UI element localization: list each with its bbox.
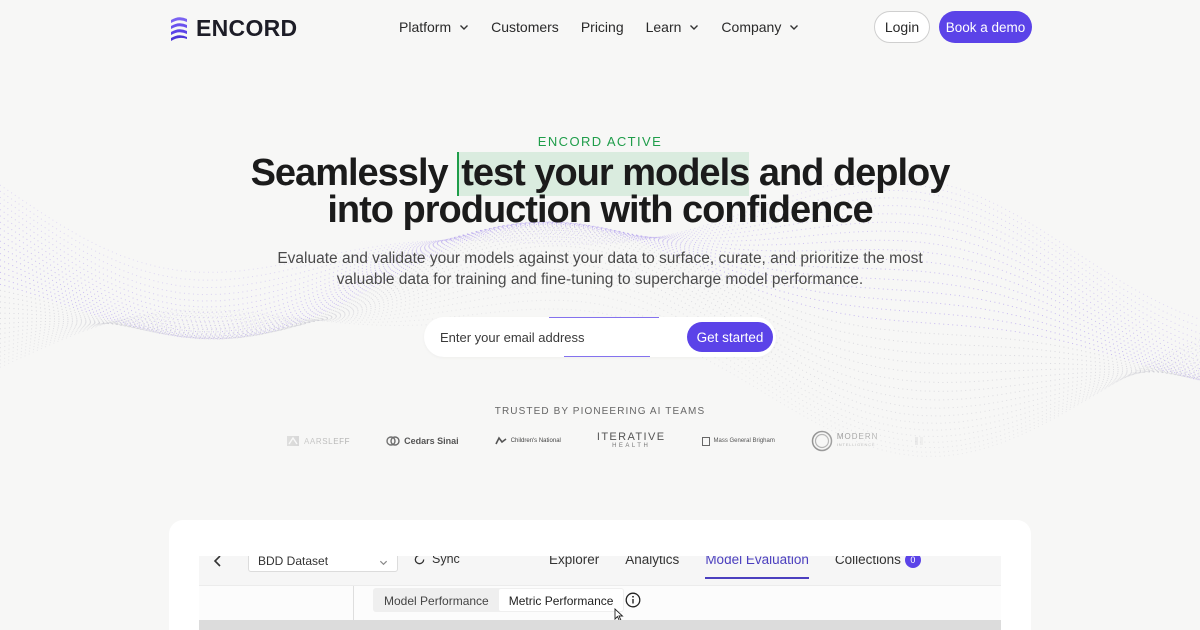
- aarsleff-logo: AARSLEFF: [286, 434, 350, 448]
- logo-text: MODERN: [836, 432, 879, 441]
- dataset-select-value: BDD Dataset: [258, 556, 329, 568]
- get-started-button[interactable]: Get started: [687, 322, 773, 352]
- modern-intelligence-logo: MODERN INTELLIGENCE: [811, 430, 879, 452]
- partial-mark-icon: [915, 437, 924, 445]
- login-button[interactable]: Login: [874, 11, 930, 43]
- nav-item-label: Pricing: [580, 19, 624, 35]
- sync-icon: [414, 556, 425, 564]
- email-input[interactable]: [440, 328, 670, 346]
- encord-logo-icon: [171, 17, 187, 41]
- trusted-by-heading: TRUSTED BY PIONEERING AI TEAMS: [494, 406, 706, 417]
- modern-intelligence-mark-icon: [811, 430, 833, 452]
- logo-text: Pr: [928, 435, 939, 447]
- nav-item-label: Company: [721, 19, 782, 35]
- chevron-down-icon: [460, 25, 469, 30]
- chevron-down-icon: [790, 25, 799, 30]
- nav-item-label: Platform: [399, 19, 452, 35]
- collections-count-badge: 0: [904, 556, 921, 568]
- logo-subtext: HEALTH: [612, 443, 651, 449]
- mass-general-mark-icon: [701, 436, 710, 446]
- app-content-area: [199, 620, 1001, 630]
- back-arrow-icon[interactable]: [211, 556, 225, 568]
- app-screenshot: BDD Dataset Sync Explorer Analytics Mode…: [199, 556, 1001, 630]
- top-navigation: ENCORD Platform Customers Pricing Learn …: [0, 0, 1200, 56]
- email-signup-form: Get started: [424, 317, 776, 357]
- aarsleff-mark-icon: [287, 436, 299, 446]
- info-icon[interactable]: [625, 592, 641, 608]
- childrens-national-logo: Children's National: [494, 436, 561, 446]
- brand-name: ENCORD: [196, 14, 298, 41]
- chevron-down-icon: [690, 25, 699, 30]
- hero-headline: Seamlessly test your models and deploy i…: [0, 152, 1200, 231]
- performance-subtabs: Model Performance Metric Performance: [373, 588, 625, 612]
- headline-text: and deploy: [749, 152, 951, 194]
- encord-logo[interactable]: ENCORD: [168, 14, 297, 42]
- logo-text: Mass General Brigham: [713, 438, 775, 444]
- logo-text: AARSLEFF: [304, 436, 351, 446]
- tab-label: Collections: [834, 556, 901, 567]
- iterative-health-logo: ITERATIVE HEALTH: [597, 432, 666, 450]
- hero-subtitle: Evaluate and validate your models agains…: [277, 250, 923, 288]
- hero-eyebrow: ENCORD ACTIVE: [537, 134, 663, 149]
- app-tabs: Explorer Analytics Model Evaluation Coll…: [549, 556, 947, 582]
- cedars-sinai-logo: Cedars Sinai: [386, 435, 459, 447]
- logo-text: Children's National: [510, 438, 561, 444]
- childrens-national-mark-icon: [494, 436, 507, 445]
- nav-item-customers[interactable]: Customers: [491, 18, 559, 36]
- nav-links: Platform Customers Pricing Learn Company: [399, 18, 821, 36]
- subtab-metric-performance[interactable]: Metric Performance: [498, 589, 624, 611]
- nav-item-label: Customers: [491, 19, 559, 35]
- modern-intelligence-wordmark: MODERN INTELLIGENCE: [837, 433, 879, 449]
- headline-text: Seamlessly: [250, 152, 458, 194]
- nav-item-platform[interactable]: Platform: [399, 18, 469, 36]
- logo-text: Cedars Sinai: [404, 436, 459, 446]
- tab-analytics[interactable]: Analytics: [625, 556, 679, 582]
- sync-button[interactable]: Sync: [413, 556, 460, 566]
- nav-item-label: Learn: [645, 19, 682, 35]
- headline-line-2: into production with confidence: [327, 189, 873, 231]
- logo-subtext: INTELLIGENCE: [836, 442, 876, 447]
- app-topbar: BDD Dataset Sync Explorer Analytics Mode…: [199, 556, 1001, 586]
- nav-item-pricing[interactable]: Pricing: [581, 18, 624, 36]
- tab-explorer[interactable]: Explorer: [549, 556, 599, 582]
- cedars-sinai-mark-icon: [386, 436, 400, 446]
- mass-general-brigham-logo: Mass General Brigham: [701, 436, 775, 446]
- tab-collections[interactable]: Collections 0: [835, 556, 921, 582]
- chevron-down-icon: [379, 560, 388, 566]
- subtab-model-performance[interactable]: Model Performance: [374, 589, 499, 611]
- nav-item-company[interactable]: Company: [721, 18, 799, 36]
- nav-item-learn[interactable]: Learn: [646, 18, 700, 36]
- partial-logo: Pr: [914, 436, 938, 447]
- logo-text: ITERATIVE: [596, 431, 666, 443]
- product-preview-panel: BDD Dataset Sync Explorer Analytics Mode…: [169, 520, 1031, 630]
- tab-model-evaluation[interactable]: Model Evaluation: [705, 556, 809, 582]
- book-demo-button[interactable]: Book a demo: [939, 11, 1032, 43]
- customer-logos: AARSLEFF Cedars Sinai Children's Nationa…: [286, 428, 938, 454]
- dataset-select[interactable]: BDD Dataset: [248, 556, 398, 572]
- sync-label: Sync: [432, 556, 460, 566]
